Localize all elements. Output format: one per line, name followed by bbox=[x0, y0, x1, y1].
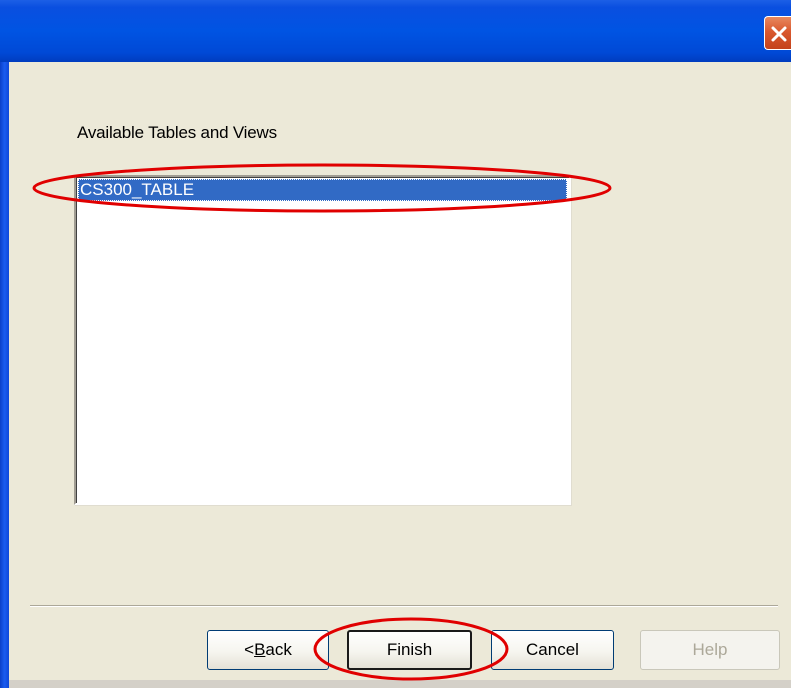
back-button-label: ack bbox=[265, 640, 292, 659]
finish-button[interactable]: Finish bbox=[347, 630, 472, 670]
list-item[interactable]: CS300_TABLE bbox=[78, 179, 567, 201]
help-button-label: Help bbox=[692, 640, 728, 659]
separator bbox=[30, 605, 778, 607]
close-icon bbox=[771, 26, 787, 42]
cancel-button[interactable]: Cancel bbox=[491, 630, 614, 670]
dialog-window: Available Tables and Views CS300_TABLE <… bbox=[0, 0, 791, 688]
back-button-prefix: < bbox=[244, 640, 255, 659]
tables-listbox[interactable]: CS300_TABLE bbox=[74, 175, 571, 505]
tables-label: Available Tables and Views bbox=[77, 123, 277, 142]
help-button: Help bbox=[640, 630, 780, 670]
window-frame-left bbox=[0, 62, 9, 688]
window-frame-bottom bbox=[9, 680, 791, 688]
finish-button-label: Finish bbox=[386, 640, 433, 659]
title-bar[interactable] bbox=[0, 0, 791, 62]
cancel-button-label: Cancel bbox=[526, 640, 579, 659]
back-button-mnemonic: B bbox=[254, 640, 266, 659]
back-button[interactable]: < Back bbox=[207, 630, 329, 670]
close-button[interactable] bbox=[764, 16, 791, 50]
